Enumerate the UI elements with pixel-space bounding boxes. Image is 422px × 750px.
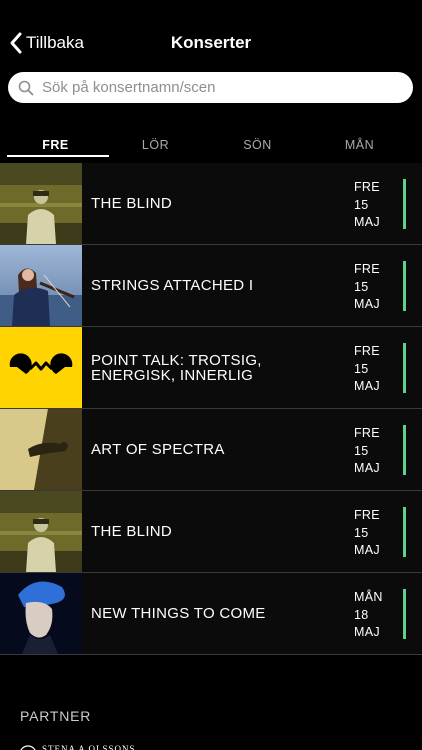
concert-thumbnail [0,163,82,244]
concert-date: FRE 15 MAJ [354,179,394,232]
concert-title: THE BLIND [91,523,173,540]
accent-bar [403,343,406,393]
search-icon [18,80,34,95]
accent-bar [403,425,406,475]
date-number: 15 [354,279,369,294]
active-tab-indicator [7,155,109,157]
svg-text:STENA A OLSSONS: STENA A OLSSONS [42,744,136,750]
concert-row[interactable]: POINT TALK: TROTSIG, ENERGISK, INNERLIG … [0,327,422,409]
date-day: FRE [354,508,380,522]
concert-row[interactable]: STRINGS ATTACHED I FRE 15 MAJ [0,245,422,327]
date-month: MAJ [354,215,380,229]
tab-man[interactable]: MÅN [309,138,410,152]
accent-bar [403,179,406,229]
concert-row[interactable]: NEW THINGS TO COME MÅN 18 MAJ [0,573,422,655]
date-month: MAJ [354,297,380,311]
date-number: 15 [354,197,369,212]
concert-row[interactable]: THE BLIND FRE 15 MAJ [0,163,422,245]
date-day: FRE [354,180,380,194]
date-day: FRE [354,426,380,440]
tab-fre[interactable]: FRE [5,138,106,152]
date-number: 15 [354,443,369,458]
concert-row[interactable]: THE BLIND FRE 15 MAJ [0,491,422,573]
date-day: FRE [354,344,380,358]
concert-thumbnail [0,573,82,654]
concert-thumbnail [0,409,82,490]
search-input[interactable] [42,79,382,96]
concert-title: NEW THINGS TO COME [91,605,266,622]
date-number: 15 [354,361,369,376]
page-title: Konserter [170,33,252,52]
accent-bar [403,507,406,557]
navigation-bar: Tillbaka Konserter [0,0,422,70]
partner-heading: PARTNER [20,708,92,724]
accent-bar [403,261,406,311]
concert-thumbnail [0,327,82,408]
concert-list: THE BLIND FRE 15 MAJ STRINGS ATTACHED I … [0,163,422,655]
concert-title: STRINGS ATTACHED I [91,277,254,294]
search-bar[interactable] [8,72,413,103]
partner-logo: STENA A OLSSONS [20,744,136,750]
date-month: MAJ [354,543,380,557]
concert-date: FRE 15 MAJ [354,425,394,478]
concert-date: FRE 15 MAJ [354,343,394,396]
concert-thumbnail [0,245,82,326]
concert-date: FRE 15 MAJ [354,507,394,560]
date-month: MAJ [354,625,380,639]
date-day: FRE [354,262,380,276]
date-number: 18 [354,607,369,622]
tab-lor[interactable]: LÖR [105,138,206,152]
accent-bar [403,589,406,639]
concert-title: ART OF SPECTRA [91,441,225,458]
concert-title: POINT TALK: TROTSIG, ENERGISK, INNERLIG [91,351,262,384]
concert-row[interactable]: ART OF SPECTRA FRE 15 MAJ [0,409,422,491]
concert-title: THE BLIND [91,195,173,212]
date-number: 15 [354,525,369,540]
date-month: MAJ [354,461,380,475]
concert-thumbnail [0,491,82,572]
concert-date: MÅN 18 MAJ [354,589,394,642]
date-day: MÅN [354,590,383,604]
tab-son[interactable]: SÖN [207,138,308,152]
date-month: MAJ [354,379,380,393]
concert-date: FRE 15 MAJ [354,261,394,314]
